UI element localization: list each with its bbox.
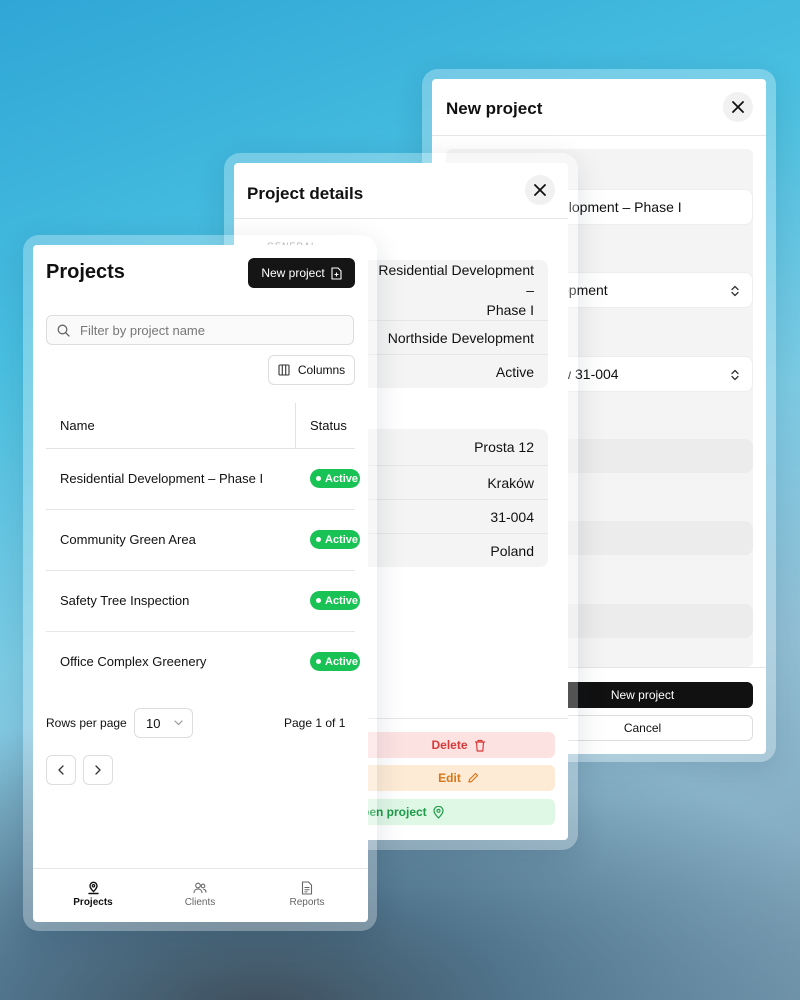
street-value: Prosta 12 xyxy=(474,439,534,455)
address-group: Prosta 12 Kraków 31-004 Poland xyxy=(362,429,548,567)
chevron-up-down-icon xyxy=(731,285,739,297)
chevron-up-down-icon xyxy=(731,369,739,381)
rows-per-page-select[interactable]: 10 xyxy=(134,708,193,738)
bottom-nav-divider xyxy=(33,868,368,869)
projects-panel: Projects New project Columns Name Status… xyxy=(33,245,368,922)
postal-code-row: 31-004 xyxy=(362,499,548,533)
pencil-icon xyxy=(468,772,478,783)
close-icon xyxy=(732,101,744,113)
table-row[interactable]: Residential Development – Phase I Active xyxy=(46,449,360,510)
client-value: Northside Development xyxy=(387,329,534,346)
search-icon xyxy=(57,324,70,337)
new-project-header-divider xyxy=(432,135,766,136)
project-name-cell: Office Complex Greenery xyxy=(60,654,207,669)
column-header-status[interactable]: Status xyxy=(310,418,347,433)
new-project-close-button[interactable] xyxy=(723,92,753,122)
project-name-line2: Phase I xyxy=(486,302,534,318)
map-pin-icon xyxy=(87,881,99,895)
close-icon xyxy=(534,184,546,196)
previous-page-button[interactable] xyxy=(46,755,76,785)
trash-icon xyxy=(474,739,485,752)
column-header-name[interactable]: Name xyxy=(60,418,95,433)
status-dot-icon xyxy=(316,598,321,603)
columns-button[interactable]: Columns xyxy=(268,355,355,385)
project-name-cell: Community Green Area xyxy=(60,532,196,547)
city-row: Kraków xyxy=(362,465,548,499)
postal-code-value: 31-004 xyxy=(490,508,534,525)
page-title: Projects xyxy=(46,261,125,283)
status-badge: Active xyxy=(310,591,360,610)
edit-label: Edit xyxy=(438,771,461,785)
nav-label-projects: Projects xyxy=(73,897,113,908)
nav-item-reports[interactable]: Reports xyxy=(267,877,347,908)
chevron-right-icon xyxy=(95,765,101,775)
filter-input[interactable] xyxy=(78,321,342,339)
status-badge: Active xyxy=(310,469,360,488)
nav-item-projects[interactable]: Projects xyxy=(53,877,133,908)
status-dot-icon xyxy=(316,659,321,664)
status-dot-icon xyxy=(316,537,321,542)
status-badge-label: Active xyxy=(325,472,359,485)
project-name-value: elopment – Phase I xyxy=(561,199,682,215)
chevron-left-icon xyxy=(58,765,64,775)
new-project-label: New project xyxy=(261,266,325,280)
table-row[interactable]: Safety Tree Inspection Active xyxy=(46,571,360,632)
rows-per-page-value: 10 xyxy=(146,715,161,731)
chevron-down-icon xyxy=(174,720,184,726)
file-text-icon xyxy=(301,881,313,895)
project-name-line1: Residential Development – xyxy=(378,262,534,298)
city-value: Kraków xyxy=(487,474,534,491)
columns-icon xyxy=(278,364,290,376)
new-project-title: New project xyxy=(446,99,543,118)
users-icon xyxy=(193,882,207,894)
project-details-title: Project details xyxy=(247,184,364,203)
next-page-button[interactable] xyxy=(83,755,113,785)
street-row: Prosta 12 xyxy=(362,429,548,465)
table-row[interactable]: Community Green Area Active xyxy=(46,510,360,571)
table-row[interactable]: Office Complex Greenery Active xyxy=(46,632,360,693)
general-info-group: Residential Development – Phase I Norths… xyxy=(362,260,548,388)
status-badge: Active xyxy=(310,530,360,549)
project-filter[interactable] xyxy=(46,315,354,345)
open-project-button[interactable]: pen project xyxy=(362,799,555,825)
edit-button[interactable]: Edit xyxy=(362,765,555,791)
delete-button[interactable]: Delete xyxy=(362,732,555,758)
status-value: Active xyxy=(495,363,534,380)
new-project-button[interactable]: New project xyxy=(248,258,355,288)
delete-label: Delete xyxy=(431,738,468,752)
status-badge-label: Active xyxy=(325,533,359,546)
client-row: Northside Development xyxy=(362,320,548,354)
project-details-close-button[interactable] xyxy=(525,175,555,205)
nav-label-reports: Reports xyxy=(289,897,325,908)
project-details-header-divider xyxy=(234,218,568,219)
rows-per-page-label: Rows per page xyxy=(46,716,127,730)
status-row: Active xyxy=(362,354,548,388)
nav-label-clients: Clients xyxy=(184,897,216,908)
nav-item-clients[interactable]: Clients xyxy=(160,877,240,908)
status-badge: Active xyxy=(310,652,360,671)
country-value: Poland xyxy=(490,542,534,559)
table-header: Name Status xyxy=(46,403,355,449)
country-row: Poland xyxy=(362,533,548,567)
map-pin-icon xyxy=(433,805,444,819)
status-badge-label: Active xyxy=(325,655,359,668)
status-badge-label: Active xyxy=(325,594,359,607)
columns-label: Columns xyxy=(297,363,346,377)
project-name-row: Residential Development – Phase I xyxy=(362,260,548,320)
page-info: Page 1 of 1 xyxy=(284,716,346,730)
column-divider xyxy=(295,403,296,449)
file-plus-icon xyxy=(331,266,342,280)
status-dot-icon xyxy=(316,476,321,481)
project-name-cell: Safety Tree Inspection xyxy=(60,593,190,608)
project-name-cell: Residential Development – Phase I xyxy=(60,471,264,486)
